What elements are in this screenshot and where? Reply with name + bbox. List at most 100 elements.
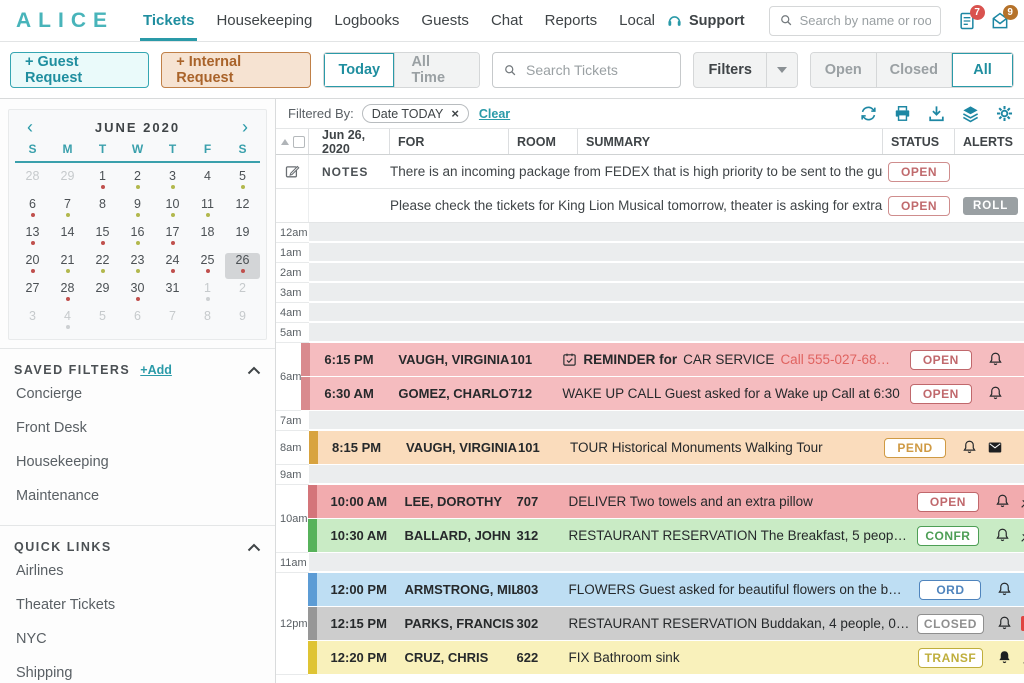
calendar-day[interactable]: 7 — [50, 197, 85, 223]
calendar-day[interactable]: 31 — [155, 281, 190, 307]
calendar-day[interactable]: 16 — [120, 225, 155, 251]
table-header-alerts[interactable]: ALERTS — [955, 129, 1024, 154]
calendar-day[interactable]: 3 — [155, 169, 190, 195]
ticket-row[interactable]: 10:00 AMLEE, DOROTHY707DELIVER Two towel… — [308, 485, 1024, 519]
empty-hour-slot[interactable] — [309, 263, 1024, 283]
calendar-day[interactable]: 6 — [15, 197, 50, 223]
calendar-day[interactable]: 29 — [50, 169, 85, 195]
table-header-for[interactable]: FOR — [390, 129, 509, 154]
status-badge[interactable]: OPEN — [910, 384, 972, 404]
calendar-day[interactable]: 2 — [225, 281, 260, 307]
calendar-day[interactable]: 13 — [15, 225, 50, 251]
calendar-day[interactable]: 23 — [120, 253, 155, 279]
calendar-day[interactable]: 14 — [50, 225, 85, 251]
chevron-up-icon[interactable] — [247, 543, 261, 552]
empty-hour-slot[interactable] — [309, 303, 1024, 323]
saved-filter-front-desk[interactable]: Front Desk — [14, 411, 261, 445]
envelope-icon[interactable]: 9 — [990, 11, 1010, 31]
calendar-day[interactable]: 17 — [155, 225, 190, 251]
status-badge[interactable]: OPEN — [888, 162, 950, 182]
empty-hour-slot[interactable] — [309, 553, 1024, 573]
table-header-date[interactable]: Jun 26, 2020 — [309, 129, 390, 154]
empty-hour-slot[interactable] — [309, 243, 1024, 263]
tab-today[interactable]: Today — [324, 53, 394, 87]
gear-icon[interactable] — [995, 104, 1014, 123]
close-icon[interactable]: × — [451, 106, 459, 121]
tab-all[interactable]: All — [951, 53, 1013, 87]
calendar-day[interactable]: 27 — [15, 281, 50, 307]
global-search-input[interactable] — [800, 13, 931, 28]
calendar-day[interactable]: 9 — [225, 309, 260, 335]
status-badge[interactable]: TRANSF — [918, 648, 984, 668]
saved-filter-housekeeping[interactable]: Housekeeping — [14, 445, 261, 479]
ticket-row[interactable]: 12:15 PMPARKS, FRANCIS302RESTAURANT RESE… — [308, 607, 1024, 641]
nav-item-housekeeping[interactable]: Housekeeping — [205, 0, 323, 41]
ticket-search[interactable] — [492, 52, 681, 88]
tab-closed[interactable]: Closed — [876, 53, 951, 87]
calendar-day[interactable]: 6 — [120, 309, 155, 335]
note-text[interactable]: There is an incoming package from FEDEX … — [390, 164, 883, 179]
status-badge[interactable]: CLOSED — [917, 614, 984, 634]
date-filter-chip[interactable]: Date TODAY × — [362, 104, 469, 123]
table-header-room[interactable]: ROOM — [509, 129, 578, 154]
ticket-row[interactable]: 8:15 PMVAUGH, VIRGINIA101TOUR Historical… — [309, 431, 1024, 465]
ticket-search-input[interactable] — [526, 62, 670, 78]
calendar-day[interactable]: 29 — [85, 281, 120, 307]
calendar-day[interactable]: 21 — [50, 253, 85, 279]
document-icon[interactable]: 7 — [957, 11, 977, 31]
status-badge[interactable]: PEND — [884, 438, 946, 458]
tab-all-time[interactable]: All Time — [394, 53, 479, 87]
table-header-status[interactable]: STATUS — [883, 129, 955, 154]
empty-hour-slot[interactable] — [309, 323, 1024, 343]
status-badge[interactable]: OPEN — [910, 350, 972, 370]
add-saved-filter-link[interactable]: +Add — [140, 363, 172, 377]
empty-hour-slot[interactable] — [309, 411, 1024, 431]
clear-filters-link[interactable]: Clear — [479, 107, 510, 121]
select-all-checkbox[interactable] — [293, 136, 305, 148]
calendar-next-icon[interactable]: › — [238, 118, 252, 136]
calendar-day[interactable]: 8 — [190, 309, 225, 335]
calendar-day[interactable]: 30 — [120, 281, 155, 307]
calendar-prev-icon[interactable]: ‹ — [23, 118, 37, 136]
nav-item-logbooks[interactable]: Logbooks — [323, 0, 410, 41]
ticket-row[interactable]: 6:30 AMGOMEZ, CHARLOTTE712WAKE UP CALL G… — [301, 377, 1024, 411]
ticket-row[interactable]: 6:15 PMVAUGH, VIRGINIA101REMINDER forCAR… — [301, 343, 1024, 377]
quick-link-shipping[interactable]: Shipping — [14, 656, 261, 683]
quick-link-nyc[interactable]: NYC — [14, 622, 261, 656]
calendar-day[interactable]: 5 — [225, 169, 260, 195]
calendar-day[interactable]: 25 — [190, 253, 225, 279]
status-badge[interactable]: OPEN — [888, 196, 950, 216]
calendar-day[interactable]: 1 — [85, 169, 120, 195]
calendar-day[interactable]: 10 — [155, 197, 190, 223]
global-search[interactable] — [769, 6, 941, 36]
nav-item-tickets[interactable]: Tickets — [132, 0, 205, 41]
saved-filter-maintenance[interactable]: Maintenance — [14, 479, 261, 513]
calendar-day[interactable]: 20 — [15, 253, 50, 279]
download-icon[interactable] — [927, 104, 946, 123]
calendar-day[interactable]: 28 — [15, 169, 50, 195]
ticket-row[interactable]: 10:30 AMBALLARD, JOHN312RESTAURANT RESER… — [308, 519, 1024, 553]
sync-icon[interactable] — [859, 104, 878, 123]
calendar-day[interactable]: 18 — [190, 225, 225, 251]
pushpin-icon[interactable]: 1 — [1019, 528, 1024, 544]
calendar-day[interactable]: 19 — [225, 225, 260, 251]
empty-hour-slot[interactable] — [309, 465, 1024, 485]
calendar-day[interactable]: 22 — [85, 253, 120, 279]
tab-open[interactable]: Open — [811, 53, 876, 87]
calendar-day[interactable]: 5 — [85, 309, 120, 335]
nav-item-reports[interactable]: Reports — [534, 0, 609, 41]
calendar-day[interactable]: 4 — [190, 169, 225, 195]
calendar-day[interactable]: 4 — [50, 309, 85, 335]
calendar-day[interactable]: 11 — [190, 197, 225, 223]
calendar-day[interactable]: 8 — [85, 197, 120, 223]
status-badge[interactable]: CONFR — [917, 526, 979, 546]
internal-request-button[interactable]: + Internal Request — [161, 52, 311, 88]
saved-filter-concierge[interactable]: Concierge — [14, 377, 261, 411]
ticket-row[interactable]: 12:00 PMARMSTRONG, MILT..803FLOWERS Gues… — [308, 573, 1024, 607]
quick-link-airlines[interactable]: Airlines — [14, 554, 261, 588]
calendar-day[interactable]: 2 — [120, 169, 155, 195]
ticket-row[interactable]: 12:20 PMCRUZ, CHRIS622FIX Bathroom sinkT… — [308, 641, 1024, 675]
nav-item-guests[interactable]: Guests — [410, 0, 480, 41]
empty-hour-slot[interactable] — [309, 283, 1024, 303]
calendar-day[interactable]: 15 — [85, 225, 120, 251]
